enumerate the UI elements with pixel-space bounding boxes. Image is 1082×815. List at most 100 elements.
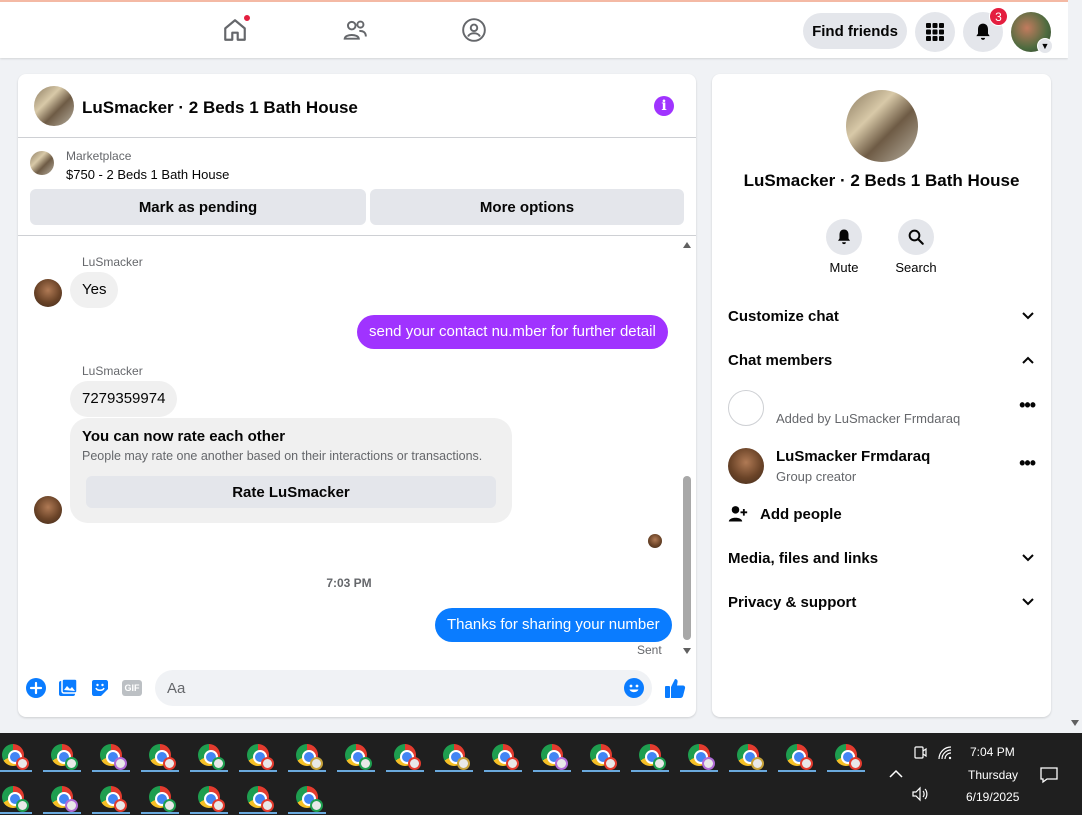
notification-center-icon[interactable] — [1040, 766, 1058, 784]
chrome-icon — [100, 744, 127, 770]
sticker-icon[interactable] — [90, 678, 110, 698]
scroll-up-arrow-icon[interactable] — [683, 242, 691, 248]
photo-icon[interactable] — [58, 678, 78, 698]
top-navigation-bar: Find friends 3 ▼ — [0, 0, 1068, 58]
sender-avatar[interactable] — [34, 279, 62, 307]
chrome-window-icon[interactable] — [823, 737, 869, 773]
chrome-window-icon[interactable] — [235, 779, 281, 815]
marketplace-label: Marketplace — [66, 149, 132, 163]
chrome-window-icon[interactable] — [137, 779, 183, 815]
more-options-icon[interactable]: ••• — [1019, 453, 1036, 474]
wifi-icon[interactable] — [937, 745, 953, 761]
add-people-row[interactable]: Add people — [728, 499, 1034, 529]
chrome-window-icon[interactable] — [186, 779, 232, 815]
chrome-window-icon[interactable] — [529, 737, 575, 773]
clock-date[interactable]: 6/19/2025 — [966, 790, 1019, 804]
search-icon — [908, 229, 924, 245]
chrome-window-icon[interactable] — [88, 737, 134, 773]
chrome-icon — [2, 744, 29, 770]
find-friends-button[interactable]: Find friends — [803, 13, 907, 49]
chrome-window-icon[interactable] — [480, 737, 526, 773]
listing-title[interactable]: $750 - 2 Beds 1 Bath House — [66, 167, 229, 182]
message-composer: GIF — [18, 668, 696, 708]
listing-thumbnail[interactable] — [30, 151, 54, 175]
chat-title[interactable]: LuSmacker · 2 Beds 1 Bath House — [82, 98, 358, 118]
message-input[interactable] — [155, 670, 652, 706]
chrome-icon — [786, 744, 813, 770]
chrome-window-icon[interactable] — [774, 737, 820, 773]
meet-now-icon[interactable] — [912, 745, 928, 761]
chrome-window-icon[interactable] — [39, 737, 85, 773]
chrome-window-icon[interactable] — [39, 779, 85, 815]
chat-avatar[interactable] — [34, 86, 74, 126]
chrome-icon — [541, 744, 568, 770]
profile-avatar[interactable]: ▼ — [1011, 12, 1053, 54]
chat-member-item[interactable]: Added by LuSmacker Frmdaraq — [728, 388, 1034, 428]
chat-panel: LuSmacker · 2 Beds 1 Bath House i Market… — [18, 74, 696, 717]
chrome-icon — [247, 786, 274, 812]
scroll-thumb[interactable] — [683, 476, 691, 640]
chat-members-row[interactable]: Chat members — [728, 345, 1034, 375]
rate-user-button[interactable]: Rate LuSmacker — [86, 476, 496, 508]
scroll-down-arrow-icon[interactable] — [683, 648, 691, 654]
friends-icon[interactable] — [341, 16, 369, 44]
chrome-window-icon[interactable] — [676, 737, 722, 773]
chrome-window-icon[interactable] — [137, 737, 183, 773]
message-scrollbar[interactable] — [682, 240, 691, 662]
media-files-links-row[interactable]: Media, files and links — [728, 543, 1034, 573]
chrome-icon — [737, 744, 764, 770]
mute-button[interactable] — [826, 219, 862, 255]
groups-icon[interactable] — [460, 16, 488, 44]
notifications-button[interactable]: 3 — [963, 7, 1008, 52]
chrome-window-icon[interactable] — [382, 737, 428, 773]
chrome-window-icon[interactable] — [627, 737, 673, 773]
clock-time[interactable]: 7:04 PM — [970, 745, 1015, 759]
sender-avatar[interactable] — [34, 496, 62, 524]
customize-chat-row[interactable]: Customize chat — [728, 301, 1034, 331]
chrome-window-icon[interactable] — [284, 737, 330, 773]
chat-large-avatar[interactable] — [846, 90, 918, 162]
chrome-window-icon[interactable] — [333, 737, 379, 773]
chrome-window-icon[interactable] — [88, 779, 134, 815]
chrome-window-icon[interactable] — [0, 737, 36, 773]
incoming-message[interactable]: Yes — [70, 272, 119, 308]
plus-icon[interactable] — [26, 678, 46, 698]
chrome-window-icon[interactable] — [186, 737, 232, 773]
rate-prompt-card: You can now rate each other People may r… — [70, 418, 512, 523]
gif-icon[interactable]: GIF — [121, 678, 143, 698]
chrome-icon — [590, 744, 617, 770]
emoji-icon[interactable] — [624, 678, 644, 698]
scroll-down-arrow-icon[interactable] — [1071, 720, 1079, 726]
privacy-support-row[interactable]: Privacy & support — [728, 587, 1034, 617]
search-button[interactable] — [898, 219, 934, 255]
bell-icon — [838, 229, 850, 245]
outgoing-message[interactable]: send your contact nu.mber for further de… — [357, 315, 668, 349]
chrome-window-icon[interactable] — [725, 737, 771, 773]
media-files-links-label: Media, files and links — [728, 549, 879, 567]
volume-icon[interactable] — [911, 786, 929, 802]
chrome-window-icon[interactable] — [0, 779, 36, 815]
menu-grid-icon[interactable] — [915, 12, 955, 52]
chrome-icon — [2, 786, 29, 812]
incoming-message[interactable]: 7279359974 — [70, 381, 178, 417]
info-icon[interactable]: i — [654, 96, 674, 116]
chrome-icon — [296, 744, 323, 770]
chrome-window-icon[interactable] — [431, 737, 477, 773]
thumbs-up-icon[interactable] — [663, 676, 687, 700]
home-notification-dot — [243, 14, 251, 22]
more-options-button[interactable]: More options — [370, 189, 684, 225]
home-icon[interactable] — [221, 14, 251, 44]
chrome-window-icon[interactable] — [235, 737, 281, 773]
more-options-icon[interactable]: ••• — [1019, 395, 1036, 416]
chrome-icon — [149, 786, 176, 812]
chrome-window-icon[interactable] — [284, 779, 330, 815]
clock-day[interactable]: Thursday — [968, 768, 1018, 782]
mark-as-pending-button[interactable]: Mark as pending — [30, 189, 366, 225]
chrome-icon — [345, 744, 372, 770]
page-scrollbar[interactable] — [1068, 0, 1082, 733]
rate-prompt-description: People may rate one another based on the… — [82, 449, 483, 463]
chevron-up-icon[interactable] — [889, 769, 903, 778]
chat-member-item[interactable]: LuSmacker Frmdaraq Group creator — [728, 446, 1034, 486]
chrome-window-icon[interactable] — [578, 737, 624, 773]
outgoing-message[interactable]: Thanks for sharing your number — [435, 608, 672, 642]
